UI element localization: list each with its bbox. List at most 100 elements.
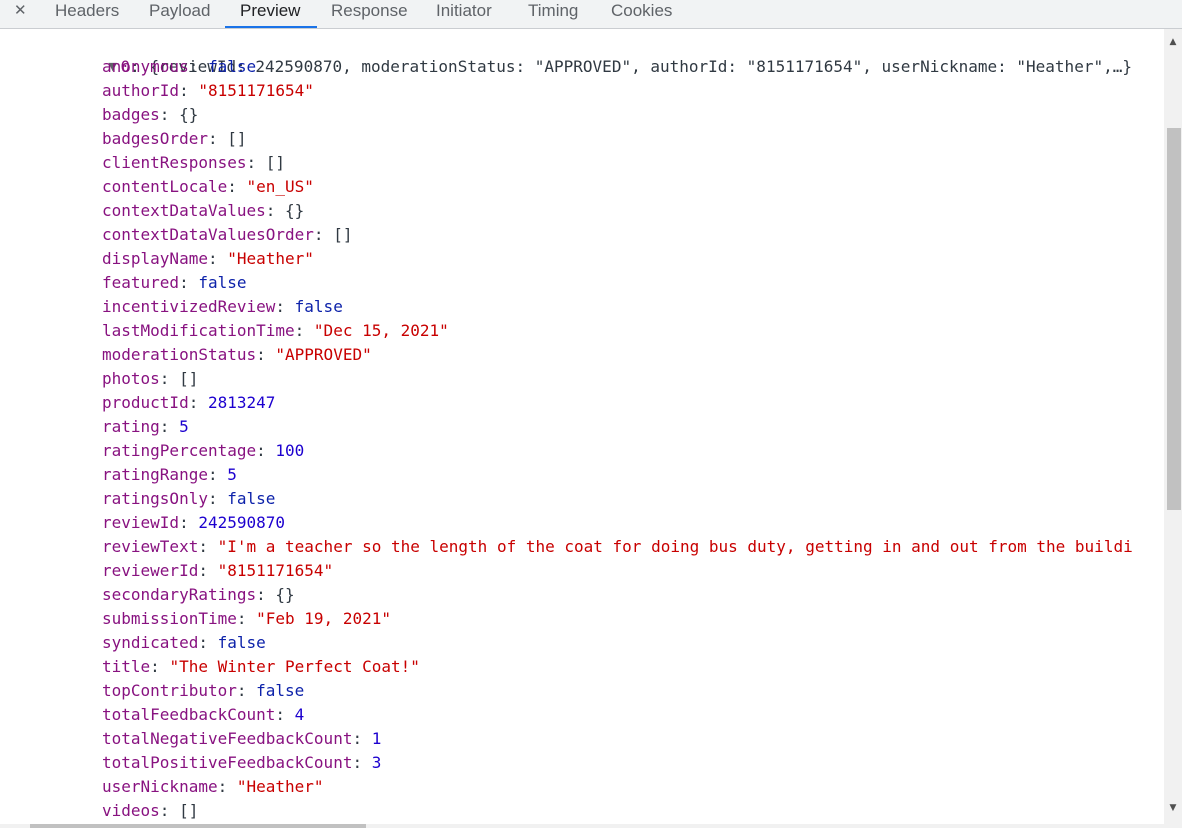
property-row[interactable]: contextDataValues: {} xyxy=(102,199,304,223)
horizontal-scrollbar-thumb[interactable] xyxy=(30,824,366,828)
property-key: productId xyxy=(102,393,189,412)
property-key: reviewerId xyxy=(102,561,199,580)
property-row[interactable]: submissionTime: "Feb 19, 2021" xyxy=(102,607,391,631)
property-value: "APPROVED" xyxy=(275,345,372,364)
scroll-down-arrow-icon[interactable]: ▼ xyxy=(1166,801,1180,815)
property-row[interactable]: photos: [] xyxy=(102,367,198,391)
property-value: {} xyxy=(285,201,305,220)
property-row[interactable]: featured: false xyxy=(102,271,247,295)
property-row[interactable]: ratingPercentage: 100 xyxy=(102,439,304,463)
property-row[interactable]: totalPositiveFeedbackCount: 3 xyxy=(102,751,381,775)
property-key: contextDataValues xyxy=(102,201,266,220)
property-row[interactable]: lastModificationTime: "Dec 15, 2021" xyxy=(102,319,449,343)
property-row[interactable]: ratingsOnly: false xyxy=(102,487,275,511)
property-colon: : xyxy=(179,273,199,292)
property-value: 2813247 xyxy=(207,393,276,412)
property-colon: : xyxy=(352,753,372,772)
property-row[interactable]: ratingRange: 5 xyxy=(102,463,237,487)
tab-timing[interactable]: Timing xyxy=(528,0,578,28)
property-key: ratingsOnly xyxy=(102,489,208,508)
property-value: [] xyxy=(265,153,286,172)
property-key: moderationStatus xyxy=(102,345,257,364)
close-icon[interactable]: ✕ xyxy=(14,0,34,20)
property-value: 3 xyxy=(371,753,382,772)
property-row[interactable]: clientResponses: [] xyxy=(102,151,285,175)
property-colon: : xyxy=(207,465,228,484)
property-row[interactable]: reviewText: "I'm a teacher so the length… xyxy=(102,535,1133,559)
property-value: 242590870 xyxy=(198,513,286,532)
property-key: rating xyxy=(102,417,160,436)
property-value: [] xyxy=(227,129,247,148)
property-row[interactable]: syndicated: false xyxy=(102,631,266,655)
property-key: anonymous xyxy=(102,57,189,76)
property-colon: : xyxy=(207,489,228,508)
property-colon: : xyxy=(179,81,199,100)
property-row[interactable]: rating: 5 xyxy=(102,415,189,439)
property-key: totalNegativeFeedbackCount xyxy=(102,729,353,748)
vertical-scrollbar[interactable]: ▲ ▼ xyxy=(1164,29,1182,828)
property-row[interactable]: userNickname: "Heather" xyxy=(102,775,324,799)
property-colon: : xyxy=(256,585,276,604)
preview-pane: ▼ 0: {reviewId: 242590870, moderationStat… xyxy=(0,29,1164,824)
property-row[interactable]: topContributor: false xyxy=(102,679,304,703)
property-row[interactable]: anonymous: false xyxy=(102,55,256,79)
property-colon: : xyxy=(236,609,257,628)
property-row[interactable]: videos: [] xyxy=(102,799,198,823)
property-row[interactable]: moderationStatus: "APPROVED" xyxy=(102,343,372,367)
property-value: false xyxy=(256,681,305,700)
property-colon: : xyxy=(265,201,286,220)
property-key: featured xyxy=(102,273,180,292)
tab-cookies[interactable]: Cookies xyxy=(611,0,672,28)
property-row[interactable]: displayName: "Heather" xyxy=(102,247,314,271)
property-colon: : xyxy=(256,441,276,460)
tab-preview[interactable]: Preview xyxy=(240,0,300,28)
property-key: userNickname xyxy=(102,777,218,796)
property-colon: : xyxy=(352,729,372,748)
property-key: videos xyxy=(102,801,160,820)
property-row[interactable]: reviewerId: "8151171654" xyxy=(102,559,333,583)
tab-payload[interactable]: Payload xyxy=(149,0,210,28)
property-value: "Heather" xyxy=(227,249,314,268)
property-colon: : xyxy=(246,153,266,172)
property-row[interactable]: reviewId: 242590870 xyxy=(102,511,285,535)
property-row[interactable]: incentivizedReview: false xyxy=(102,295,343,319)
property-colon: : xyxy=(198,537,218,556)
property-key: ratingRange xyxy=(102,465,208,484)
property-value: "8151171654" xyxy=(198,81,314,100)
property-row[interactable]: totalFeedbackCount: 4 xyxy=(102,703,304,727)
scroll-up-arrow-icon[interactable]: ▲ xyxy=(1166,35,1180,49)
tab-initiator[interactable]: Initiator xyxy=(436,0,492,28)
property-row[interactable]: totalNegativeFeedbackCount: 1 xyxy=(102,727,381,751)
property-key: contentLocale xyxy=(102,177,228,196)
property-value: [] xyxy=(179,369,199,388)
vertical-scrollbar-thumb[interactable] xyxy=(1167,128,1181,510)
devtools-tabbar: ✕ Headers Payload Preview Response Initi… xyxy=(0,0,1182,29)
property-row[interactable]: badgesOrder: [] xyxy=(102,127,247,151)
property-row[interactable]: contentLocale: "en_US" xyxy=(102,175,314,199)
property-row[interactable]: secondaryRatings: {} xyxy=(102,583,295,607)
property-value: false xyxy=(294,297,343,316)
property-value: false xyxy=(227,489,276,508)
property-value: 1 xyxy=(371,729,382,748)
property-row[interactable]: contextDataValuesOrder: [] xyxy=(102,223,352,247)
property-value: false xyxy=(217,633,266,652)
property-row[interactable]: badges: {} xyxy=(102,103,198,127)
property-row[interactable]: productId: 2813247 xyxy=(102,391,275,415)
property-colon: : xyxy=(159,105,180,124)
property-row[interactable]: authorId: "8151171654" xyxy=(102,79,314,103)
property-colon: : xyxy=(188,393,208,412)
property-colon: : xyxy=(294,321,314,340)
active-tab-indicator xyxy=(225,26,317,28)
property-value: "Heather" xyxy=(236,777,324,796)
property-row[interactable]: title: "The Winter Perfect Coat!" xyxy=(102,655,420,679)
property-colon: : xyxy=(236,681,257,700)
horizontal-scrollbar[interactable] xyxy=(0,824,1164,828)
property-colon: : xyxy=(159,417,180,436)
property-key: contextDataValuesOrder xyxy=(102,225,314,244)
property-value: "I'm a teacher so the length of the coat… xyxy=(217,537,1133,556)
property-key: photos xyxy=(102,369,160,388)
property-key: reviewId xyxy=(102,513,180,532)
property-colon: : xyxy=(207,249,228,268)
tab-headers[interactable]: Headers xyxy=(55,0,119,28)
tab-response[interactable]: Response xyxy=(331,0,408,28)
